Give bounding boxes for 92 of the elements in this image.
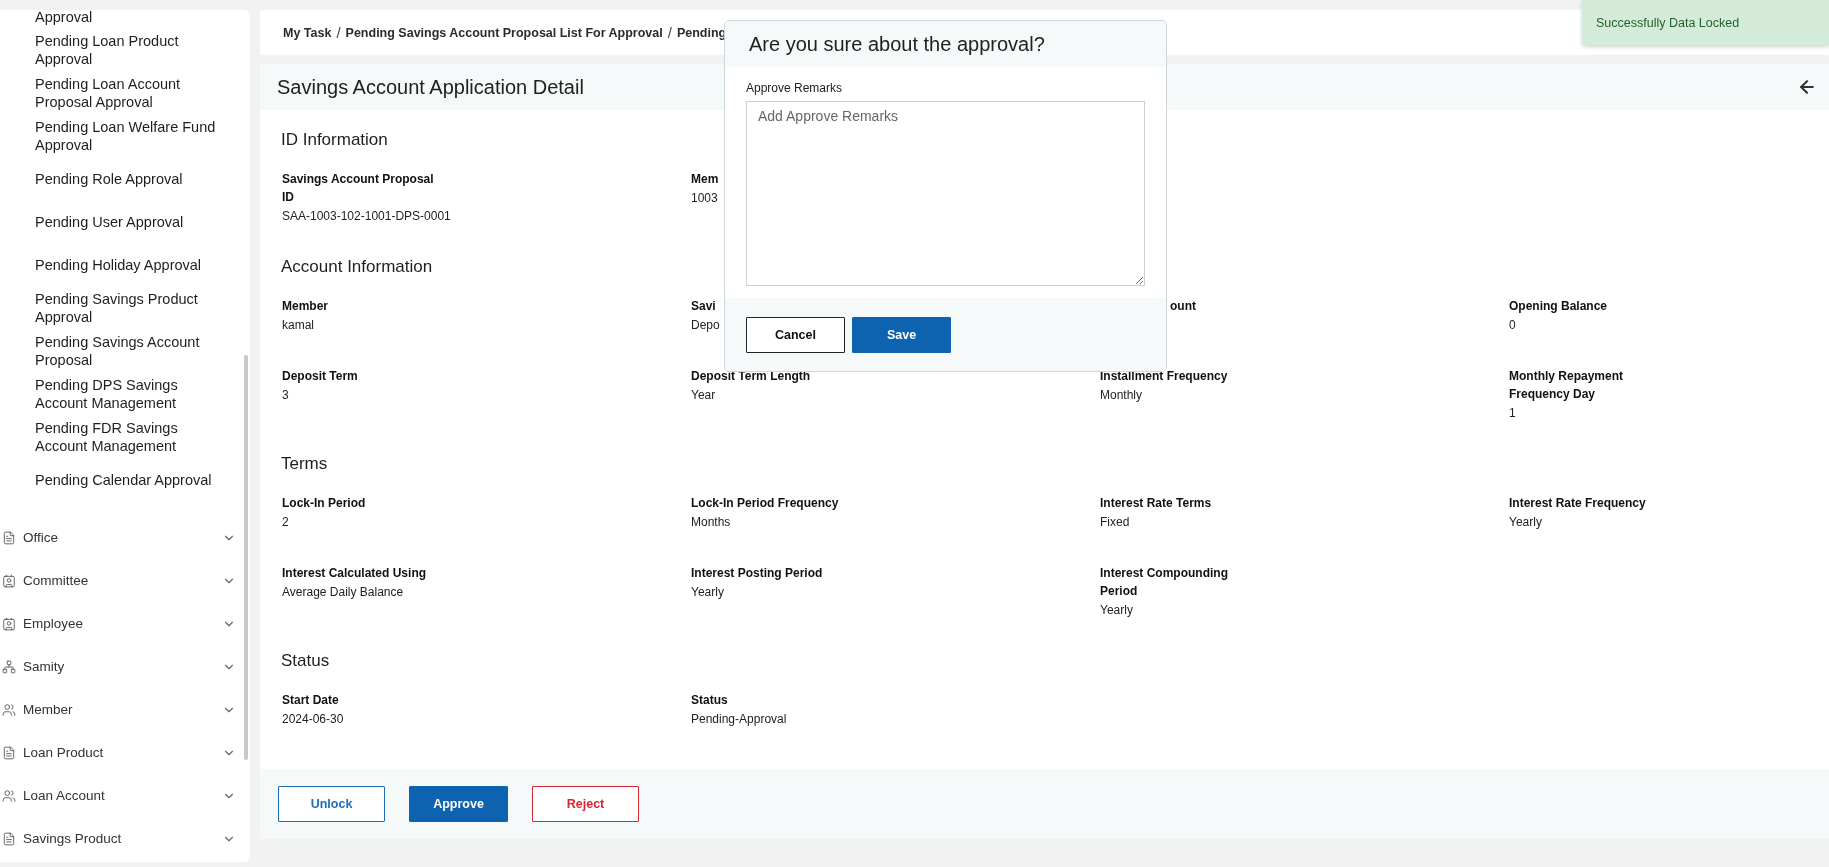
save-button[interactable]: Save — [852, 316, 951, 353]
menu-group[interactable]: Employee — [0, 602, 250, 645]
field-label: Interest Rate Terms — [1100, 495, 1213, 512]
field-label: Deposit Term — [282, 368, 359, 385]
field-value: 0 — [1509, 317, 1517, 334]
people-icon — [2, 788, 16, 803]
sidebar-item[interactable]: Pending DPS Savings Account Management — [0, 372, 250, 415]
field-value: Yearly — [691, 584, 725, 601]
field-value: 3 — [282, 387, 290, 404]
cancel-button[interactable]: Cancel — [746, 316, 845, 353]
breadcrumb-link[interactable]: Pending — [676, 25, 727, 40]
field-label: ount — [1170, 298, 1197, 315]
remarks-field[interactable]: Add Approve Remarks — [746, 101, 1145, 286]
sidebar-item[interactable]: Pending Savings Account Proposal — [0, 329, 250, 372]
sidebar-item[interactable]: Pending Holiday Approval — [0, 243, 250, 286]
menu-group[interactable]: Member — [0, 688, 250, 731]
section-title: Account Information — [281, 256, 434, 278]
field-value: Year — [691, 387, 717, 404]
document-icon — [2, 831, 16, 846]
field-value: Yearly — [1100, 602, 1134, 619]
menu-group-label: Loan Product — [23, 745, 105, 760]
field-label: Approve Remarks — [746, 81, 844, 95]
field-value: Average Daily Balance — [282, 584, 405, 601]
menu-group-label: Office — [23, 530, 59, 545]
sidebar-item[interactable]: Pending User Approval — [0, 200, 250, 243]
field-value: Depo — [691, 317, 721, 334]
section-title: Status — [281, 650, 331, 672]
sidebar-item[interactable]: Pending FDR Savings Account Management — [0, 415, 250, 458]
menu-group[interactable]: Loan Product — [0, 731, 250, 774]
sidebar-item[interactable]: Pending Loan Account Proposal Approval — [0, 71, 250, 114]
field-label: Interest Posting Period — [691, 565, 824, 582]
field-value: Monthly — [1100, 387, 1144, 404]
menu-group-label: Savings Product — [23, 831, 123, 846]
field-label: Opening Balance — [1509, 298, 1609, 315]
scrollbar[interactable] — [244, 355, 248, 760]
field-value: 2 — [282, 514, 290, 531]
breadcrumb-separator: / — [667, 24, 672, 41]
field-label: Interest Rate Frequency — [1509, 495, 1647, 512]
field-value: 1003 — [691, 190, 719, 207]
page-title: Savings Account Application Detail — [277, 75, 584, 99]
people-icon — [2, 702, 16, 717]
field-value: Yearly — [1509, 514, 1543, 531]
section-title: Terms — [281, 453, 329, 475]
field-value: Months — [691, 514, 732, 531]
menu-group[interactable]: Savings Product — [0, 817, 250, 860]
contact-card-icon — [2, 573, 16, 588]
field-label: Monthly Repayment Frequency Day — [1509, 368, 1624, 403]
document-icon — [2, 745, 16, 760]
field-value: Fixed — [1100, 514, 1131, 531]
sidebar-item[interactable]: Pending Loan Welfare Fund Approval — [0, 114, 250, 157]
field-value: 2024-06-30 — [282, 711, 345, 728]
breadcrumb-link[interactable]: Pending Savings Account Proposal List For Approval — [345, 25, 663, 40]
field-label: Installment Frequency — [1100, 368, 1229, 385]
sidebar-item[interactable]: Approval — [0, 10, 250, 28]
reject-button[interactable]: Reject — [532, 786, 639, 822]
network-icon — [2, 659, 16, 674]
breadcrumb-link[interactable]: My Task — [283, 25, 332, 40]
field-value: Pending-Approval — [691, 711, 788, 728]
menu-group[interactable]: Office — [0, 516, 250, 559]
field-label: Savi — [691, 298, 717, 315]
menu-group-label: Samity — [23, 659, 66, 674]
menu-group[interactable]: Committee — [0, 559, 250, 602]
field-label: Lock-In Period — [282, 495, 367, 512]
menu-group[interactable]: Samity — [0, 645, 250, 688]
field-label: Savings Account Proposal ID — [282, 171, 435, 206]
section-title: ID Information — [281, 129, 389, 151]
menu-group[interactable]: Loan Account — [0, 774, 250, 817]
document-icon — [2, 530, 16, 545]
field-label: Mem — [691, 171, 720, 188]
sidebar-item[interactable]: Pending Savings Product Approval — [0, 286, 250, 329]
menu-group-label: Member — [23, 702, 74, 717]
breadcrumb-separator: / — [336, 24, 341, 41]
sidebar-item[interactable]: Pending Role Approval — [0, 157, 250, 200]
menu-group-label: Loan Account — [23, 788, 106, 803]
menu-group-label: Employee — [23, 616, 85, 631]
contact-card-icon — [2, 616, 16, 631]
sidebar-item[interactable]: Pending Calendar Approval — [0, 458, 250, 501]
field-value: 1 — [1509, 405, 1517, 422]
field-label: Lock-In Period Frequency — [691, 495, 840, 512]
unlock-button[interactable]: Unlock — [278, 786, 385, 822]
sidebar-item[interactable]: Pending Loan Product Approval — [0, 28, 250, 71]
field-label: Start Date — [282, 692, 340, 709]
dialog-title: Are you sure about the approval? — [749, 32, 1045, 56]
field-label: Interest Calculated Using — [282, 565, 428, 582]
approve-button[interactable]: Approve — [409, 786, 508, 822]
success-toast: Successfully Data Locked — [1582, 0, 1829, 45]
field-value: kamal — [282, 317, 315, 334]
field-label: Status — [691, 692, 729, 709]
field-value: SAA-1003-102-1001-DPS-0001 — [282, 208, 452, 225]
field-label: Interest Compounding Period — [1100, 565, 1229, 600]
menu-group-label: Committee — [23, 573, 90, 588]
field-label: Member — [282, 298, 329, 315]
